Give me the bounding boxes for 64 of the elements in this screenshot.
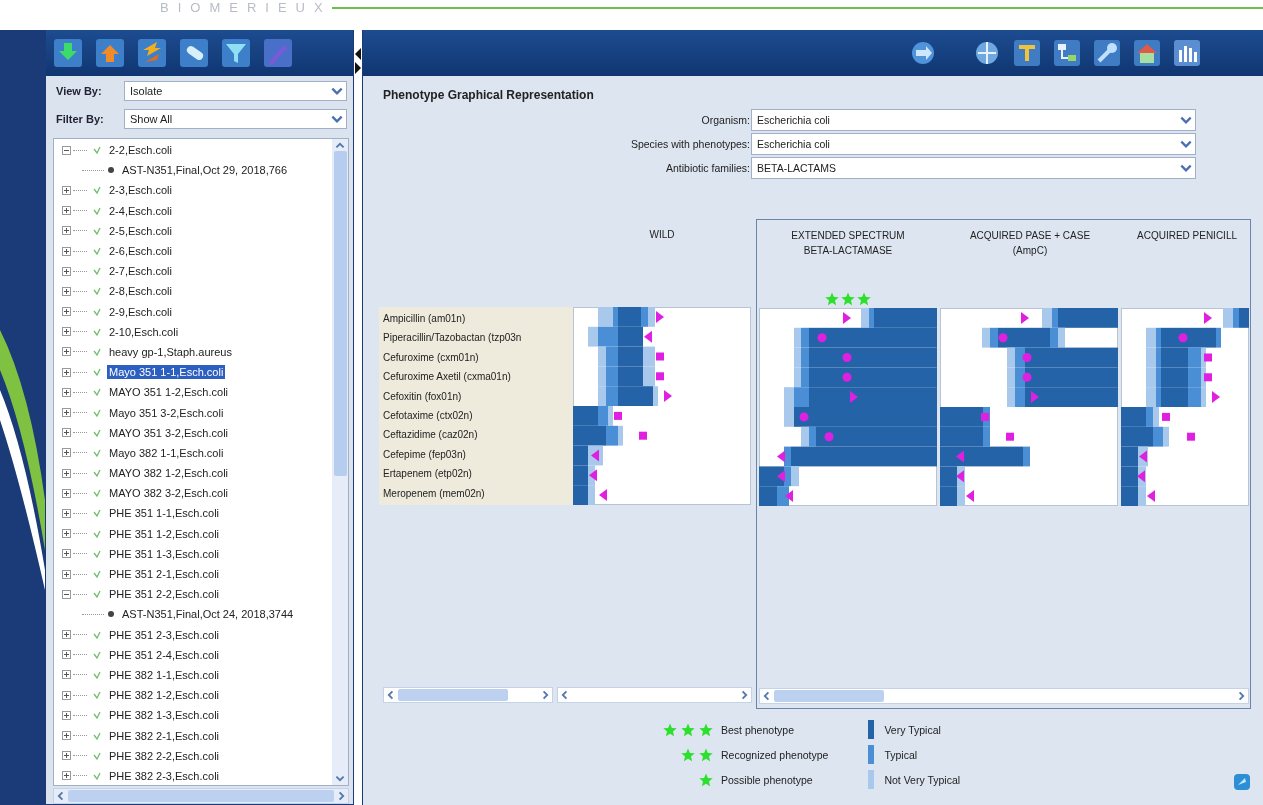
antibiotic-label: Cefuroxime Axetil (cxma01n) [383,370,512,385]
tree-item[interactable]: AST-N351,Final,Oct 24, 2018,3744 [120,607,296,622]
dropdown-field[interactable]: Escherichia coli [751,133,1196,155]
legend-label: Not Very Typical [884,773,961,786]
tree-item[interactable]: 2-9,Esch.coli [107,304,174,319]
tree-item[interactable]: 2-2,Esch.coli [107,143,174,158]
tree-item[interactable]: 2-6,Esch.coli [107,244,174,259]
tree-item[interactable]: PHE 351 1-2,Esch.coli [107,526,222,541]
antibiotic-label: Piperacillin/Tazobactan (tzp03n [383,331,523,346]
tree-item[interactable]: PHE 382 1-1,Esch.coli [107,667,222,682]
legend-label: Recognized phenotype [721,748,829,761]
tree-item[interactable]: AST-N351,Final,Oct 29, 2018,766 [120,163,290,178]
filter-by-dropdown[interactable]: Show All [124,109,347,129]
column-header: WILD [649,228,675,242]
tree-item[interactable]: PHE 351 1-1,Esch.coli [107,506,222,521]
tree-item[interactable]: 2-5,Esch.coli [107,223,174,238]
legend-label: Best phenotype [721,723,794,736]
column-header: ACQUIRED PASE + CASE (AmpC) [969,229,1091,258]
tree-item[interactable]: Mayo 351 1-1,Esch.coli [107,365,226,380]
antibiotic-label: Ertapenem (etp02n) [383,467,473,482]
antibiotic-label: Cefuroxime (cxm01n) [383,350,480,365]
tree-item[interactable]: PHE 351 2-4,Esch.coli [107,647,222,662]
tree-item[interactable]: Mayo 351 3-2,Esch.coli [107,405,226,420]
antibiotic-label: Cefotaxime (ctx02n) [383,408,474,423]
tree-item[interactable]: PHE 382 1-3,Esch.coli [107,708,222,723]
tree-item[interactable]: PHE 382 1-2,Esch.coli [107,688,222,703]
tree-item[interactable]: heavy gp-1,Staph.aureus [107,344,234,359]
column-header: EXTENDED SPECTRUM BETA-LACTAMASE [791,229,905,258]
antibiotic-label: Meropenem (mem02n) [383,486,486,501]
tree-item[interactable]: PHE 382 2-2,Esch.coli [107,748,222,763]
column-header: ACQUIRED PENICILL [1137,229,1237,243]
tree-item[interactable]: 2-4,Esch.coli [107,203,174,218]
tree-item[interactable]: MAYO 382 1-2,Esch.coli [107,466,230,481]
field-label: View By: [56,85,103,97]
legend-label: Typical [884,748,918,761]
dropdown-field[interactable]: Escherichia coli [751,109,1196,131]
tree-item[interactable]: 2-7,Esch.coli [107,264,174,279]
field-label: Organism: [700,114,751,126]
field-label: Filter By: [56,113,105,125]
tree-item[interactable]: MAYO 382 3-2,Esch.coli [107,486,230,501]
antibiotic-label: Cefepime (fep03n) [383,447,467,462]
field-label: Antibiotic families: [664,162,751,174]
legend-label: Very Typical [884,723,941,736]
tree-item[interactable]: MAYO 351 3-2,Esch.coli [107,425,230,440]
tree-item[interactable]: PHE 351 2-1,Esch.coli [107,567,222,582]
tree-item[interactable]: 2-10,Esch.coli [107,324,181,339]
tree-item[interactable]: PHE 351 2-2,Esch.coli [107,587,222,602]
tree-item[interactable]: 2-8,Esch.coli [107,284,174,299]
view-by-dropdown[interactable]: Isolate [124,81,347,101]
tree-item[interactable]: PHE 351 1-3,Esch.coli [107,546,222,561]
antibiotic-label: Ampicillin (am01n) [383,312,467,326]
tree-item[interactable]: PHE 351 2-3,Esch.coli [107,627,222,642]
tree-item[interactable]: MAYO 351 1-2,Esch.coli [107,385,230,400]
section-title: Phenotype Graphical Representation [383,88,595,104]
legend-label: Possible phenotype [721,773,813,786]
tree-item[interactable]: PHE 382 2-3,Esch.coli [107,768,222,783]
dropdown-field[interactable]: BETA-LACTAMS [751,157,1196,179]
antibiotic-label: Ceftazidime (caz02n) [383,428,479,443]
tree-item[interactable]: PHE 382 2-1,Esch.coli [107,728,222,743]
field-label: Species with phenotypes: [629,138,751,150]
antibiotic-label: Cefoxitin (fox01n) [383,389,463,404]
tree-item[interactable]: Mayo 382 1-1,Esch.coli [107,445,226,460]
tree-item[interactable]: 2-3,Esch.coli [107,183,174,198]
brand-logo: BIOMERIEUX [160,1,332,15]
